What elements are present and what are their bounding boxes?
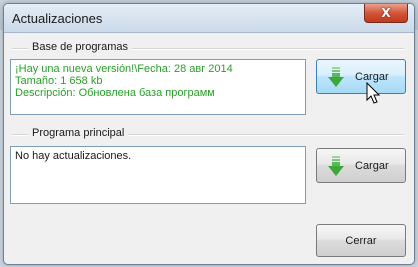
base-load-label: Cargar — [355, 70, 389, 83]
main-load-button[interactable]: Cargar — [316, 148, 406, 183]
window-title: Actualizaciones — [12, 11, 103, 26]
main-group-label: Programa principal — [28, 127, 129, 139]
base-info-line: Tamaño: 1 658 kb — [15, 75, 103, 87]
close-window-button[interactable]: X — [364, 4, 408, 23]
mouse-pointer-icon — [366, 82, 381, 104]
main-info-line: No hay actualizaciones. — [15, 150, 132, 162]
main-info-textbox[interactable]: No hay actualizaciones. — [10, 146, 306, 204]
base-info-textbox[interactable]: ¡Hay una nueva versión!\Fecha: 28 авг 20… — [10, 59, 306, 115]
download-arrow-icon — [328, 66, 344, 87]
base-group-label: Base de programas — [28, 41, 132, 53]
title-bar: Actualizaciones X — [4, 4, 414, 33]
base-info-line: Descripción: Обновлена база программ — [15, 87, 215, 99]
base-load-button[interactable]: Cargar — [316, 59, 406, 94]
close-icon: X — [381, 6, 391, 20]
base-info-line: ¡Hay una nueva versión!\Fecha: 28 авг 20… — [15, 63, 233, 75]
close-button[interactable]: Cerrar — [316, 224, 406, 257]
updates-dialog: Actualizaciones X Base de programas ¡Hay… — [3, 3, 415, 265]
main-load-label: Cargar — [355, 159, 389, 172]
close-button-label: Cerrar — [345, 234, 377, 247]
download-arrow-icon — [328, 155, 344, 176]
